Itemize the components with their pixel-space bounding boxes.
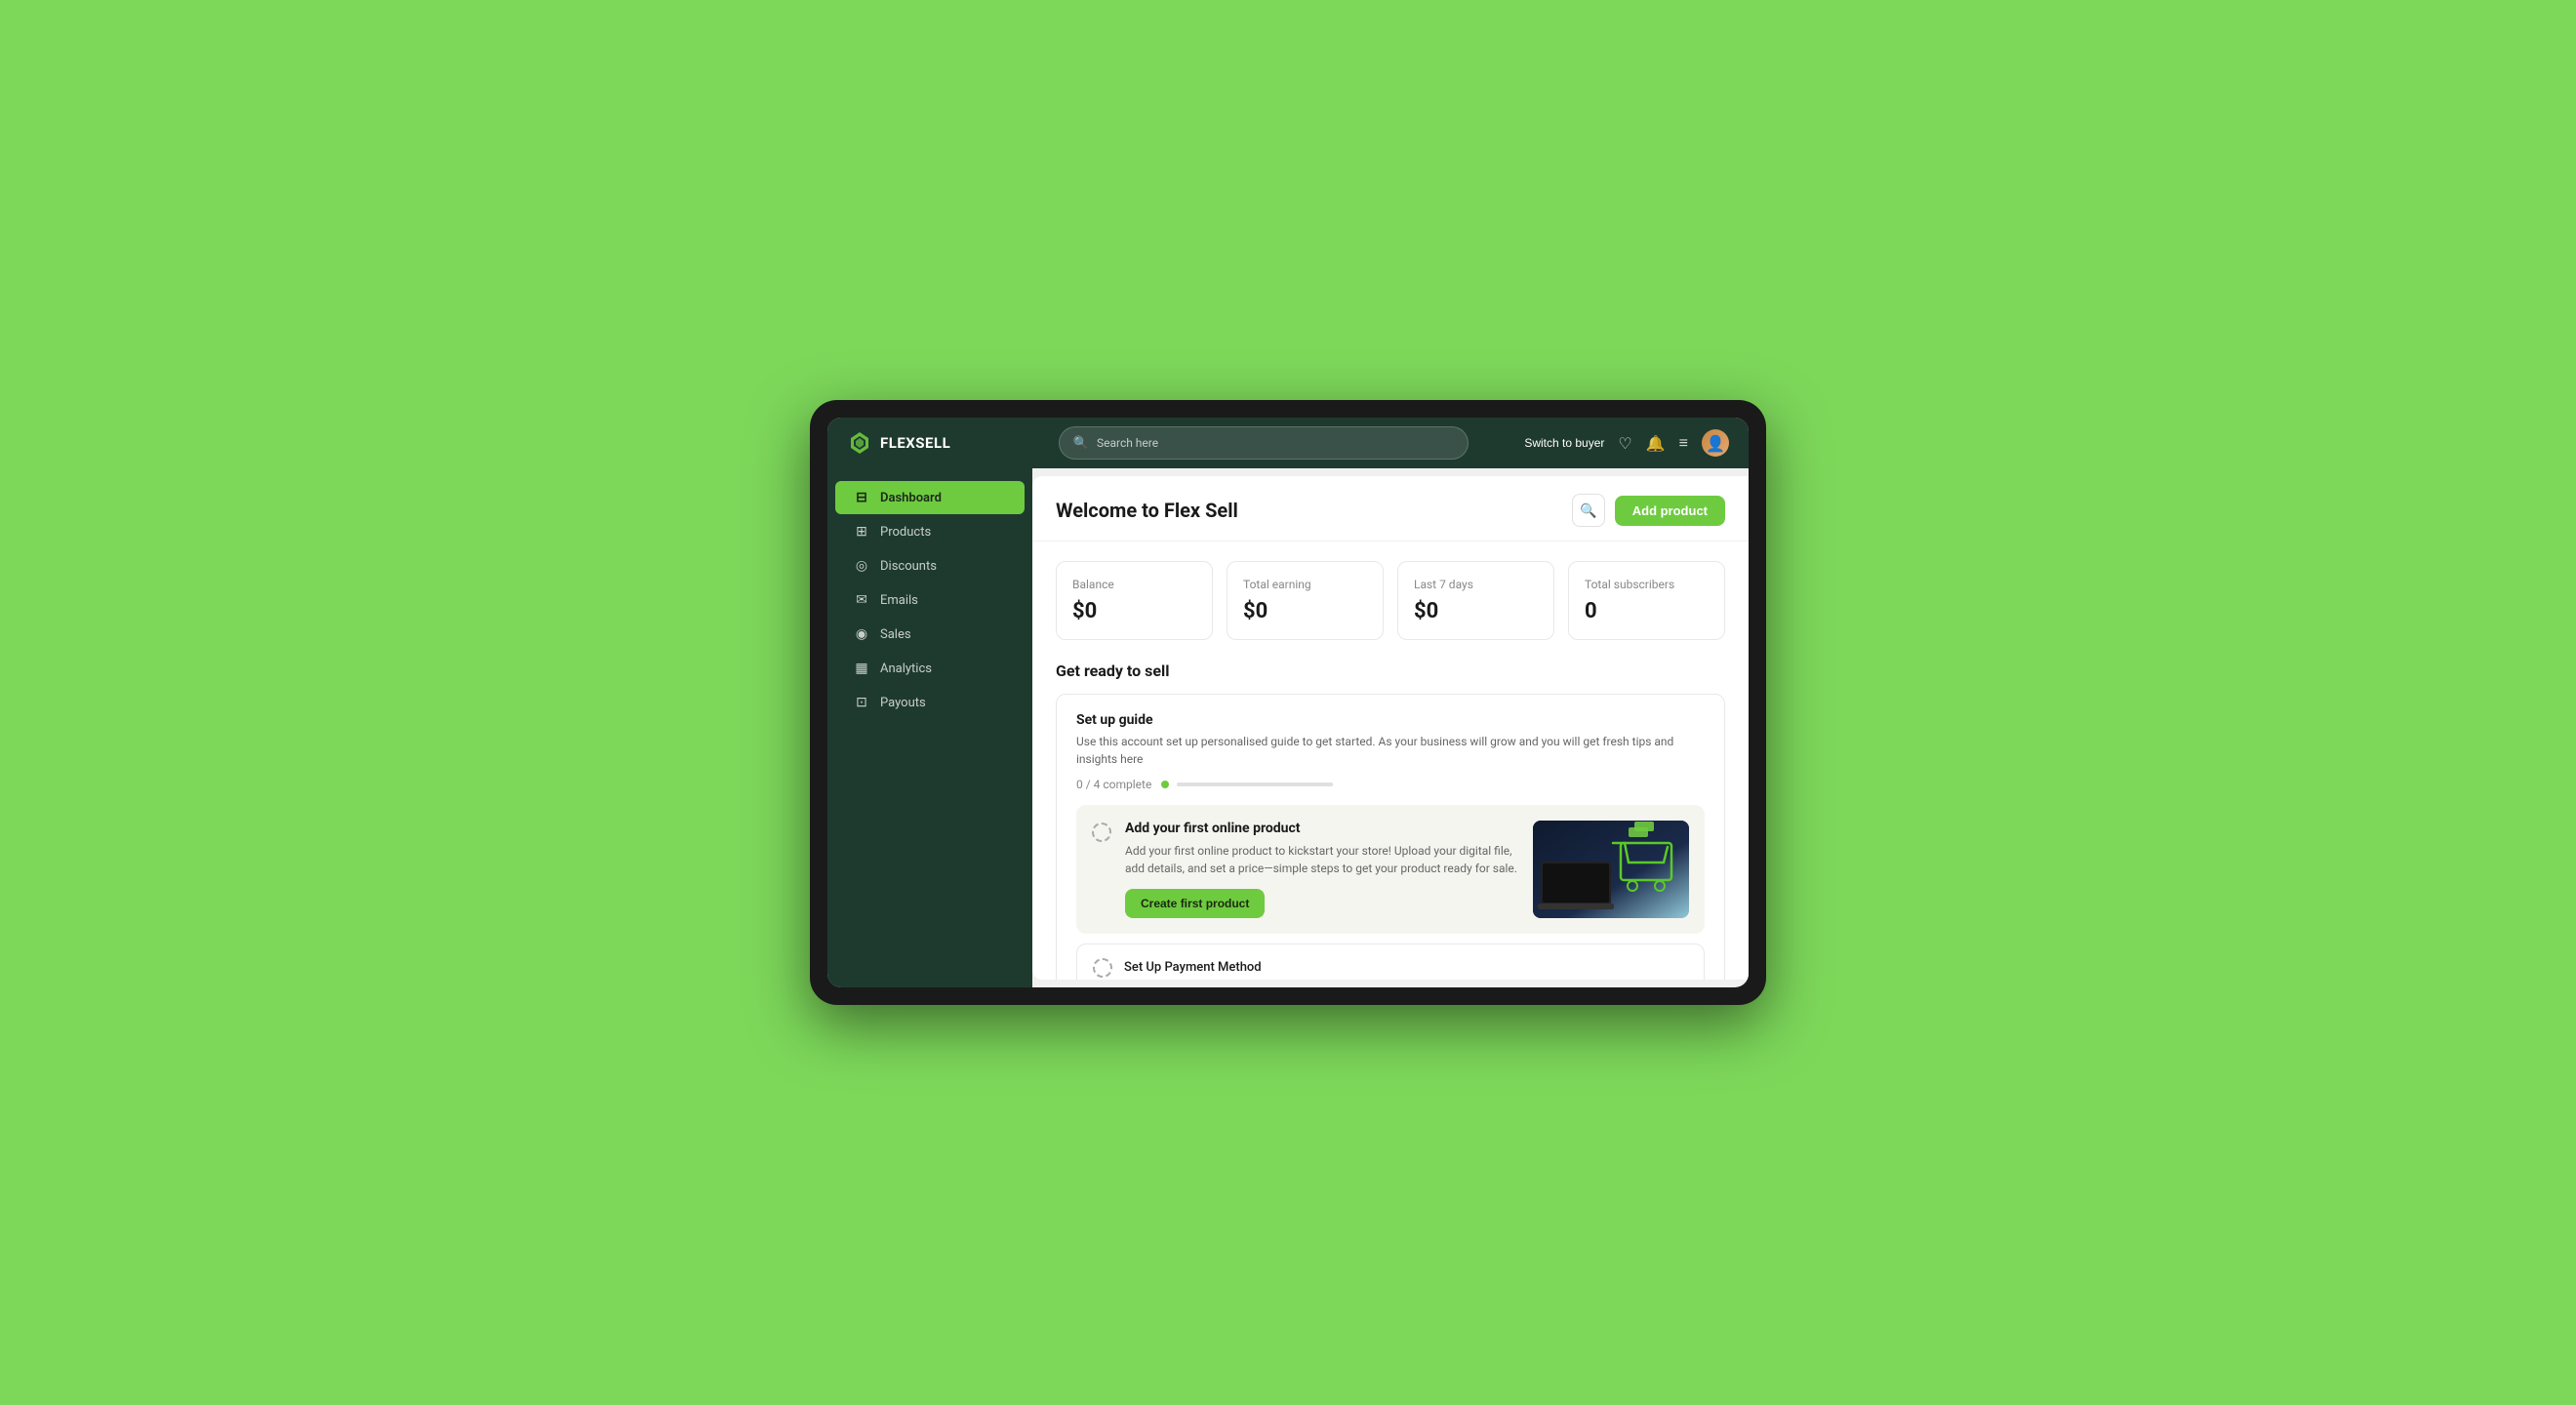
- setup-guide-box: Set up guide Use this account set up per…: [1056, 694, 1725, 980]
- stat-card-last-7-days: Last 7 days $0: [1397, 561, 1554, 640]
- add-product-button[interactable]: Add product: [1615, 496, 1725, 526]
- sidebar-item-payouts[interactable]: ⊡ Payouts: [835, 686, 1025, 719]
- step-desc-first-product: Add your first online product to kicksta…: [1125, 842, 1519, 877]
- payouts-icon: ⊡: [853, 695, 870, 710]
- sidebar-item-label: Products: [880, 525, 931, 540]
- sidebar-item-analytics[interactable]: ▦ Analytics: [835, 652, 1025, 685]
- search-bar[interactable]: 🔍 Search here: [1059, 426, 1469, 460]
- sales-icon: ◉: [853, 626, 870, 642]
- products-icon: ⊞: [853, 524, 870, 540]
- sidebar-item-dashboard[interactable]: ⊟ Dashboard: [835, 481, 1025, 514]
- emails-icon: ✉: [853, 592, 870, 608]
- content-body: Balance $0 Total earning $0 Last 7 days …: [1032, 542, 1749, 980]
- progress-dot: [1161, 781, 1169, 788]
- logo-text: FLEXSELL: [880, 434, 950, 452]
- topbar-right: Switch to buyer ♡ 🔔 ≡ 👤: [1524, 429, 1729, 457]
- sidebar-item-label: Analytics: [880, 662, 932, 676]
- sidebar-item-label: Payouts: [880, 696, 926, 710]
- stat-label-total-earning: Total earning: [1243, 578, 1367, 591]
- section-title: Get ready to sell: [1056, 662, 1725, 680]
- topbar: FLEXSELL 🔍 Search here Switch to buyer ♡…: [827, 418, 1749, 468]
- stat-value-last-7-days: $0: [1414, 599, 1538, 623]
- stat-card-total-earning: Total earning $0: [1227, 561, 1384, 640]
- menu-icon[interactable]: ≡: [1679, 433, 1688, 453]
- step-card-first-product: Add your first online product Add your f…: [1076, 805, 1705, 934]
- stats-grid: Balance $0 Total earning $0 Last 7 days …: [1056, 561, 1725, 640]
- product-illustration: [1533, 821, 1689, 918]
- content-search-button[interactable]: 🔍: [1572, 494, 1605, 527]
- analytics-icon: ▦: [853, 661, 870, 676]
- stat-value-balance: $0: [1072, 599, 1196, 623]
- stat-card-total-subscribers: Total subscribers 0: [1568, 561, 1725, 640]
- page-title: Welcome to Flex Sell: [1056, 499, 1238, 522]
- dashboard-icon: ⊟: [853, 490, 870, 505]
- step-content-first-product: Add your first online product Add your f…: [1125, 821, 1519, 918]
- avatar[interactable]: 👤: [1702, 429, 1729, 457]
- setup-guide-description: Use this account set up personalised gui…: [1076, 733, 1705, 768]
- step-title-payment: Set Up Payment Method: [1124, 960, 1262, 975]
- stat-value-total-subscribers: 0: [1585, 599, 1709, 623]
- sidebar-item-label: Emails: [880, 593, 918, 608]
- progress-row: 0 / 4 complete: [1076, 778, 1705, 791]
- progress-text: 0 / 4 complete: [1076, 778, 1151, 791]
- step-payment-method[interactable]: Set Up Payment Method: [1076, 943, 1705, 980]
- setup-guide-title: Set up guide: [1076, 712, 1705, 728]
- content-search-icon: 🔍: [1580, 502, 1596, 519]
- step-checkbox-first-product: [1092, 823, 1111, 842]
- main-layout: ⊟ Dashboard ⊞ Products ◎ Discounts ✉ Ema…: [827, 468, 1749, 987]
- stat-label-balance: Balance: [1072, 578, 1196, 591]
- search-icon: 🔍: [1073, 436, 1089, 451]
- content-header: Welcome to Flex Sell 🔍 Add product: [1032, 476, 1749, 542]
- step-checkbox-payment: [1093, 958, 1112, 978]
- step-image-first-product: [1533, 821, 1689, 918]
- sidebar-item-discounts[interactable]: ◎ Discounts: [835, 549, 1025, 582]
- search-placeholder: Search here: [1097, 436, 1158, 450]
- heart-icon[interactable]: ♡: [1618, 434, 1631, 453]
- create-first-product-button[interactable]: Create first product: [1125, 889, 1265, 918]
- stat-label-total-subscribers: Total subscribers: [1585, 578, 1709, 591]
- progress-bar: [1177, 783, 1333, 786]
- stat-label-last-7-days: Last 7 days: [1414, 578, 1538, 591]
- sidebar-item-products[interactable]: ⊞ Products: [835, 515, 1025, 548]
- sidebar: ⊟ Dashboard ⊞ Products ◎ Discounts ✉ Ema…: [827, 468, 1032, 987]
- bell-icon[interactable]: 🔔: [1646, 434, 1666, 453]
- device-inner: FLEXSELL 🔍 Search here Switch to buyer ♡…: [827, 418, 1749, 987]
- sidebar-item-sales[interactable]: ◉ Sales: [835, 618, 1025, 651]
- stat-value-total-earning: $0: [1243, 599, 1367, 623]
- sidebar-item-label: Sales: [880, 627, 911, 642]
- header-actions: 🔍 Add product: [1572, 494, 1725, 527]
- switch-buyer-button[interactable]: Switch to buyer: [1524, 436, 1604, 450]
- sidebar-item-emails[interactable]: ✉ Emails: [835, 583, 1025, 617]
- sidebar-item-label: Dashboard: [880, 491, 942, 505]
- sidebar-item-label: Discounts: [880, 559, 937, 574]
- content-area: Welcome to Flex Sell 🔍 Add product Balan…: [1032, 476, 1749, 980]
- stat-card-balance: Balance $0: [1056, 561, 1213, 640]
- device-frame: FLEXSELL 🔍 Search here Switch to buyer ♡…: [810, 400, 1766, 1005]
- step-title-first-product: Add your first online product: [1125, 821, 1519, 836]
- flexsell-logo-icon: [847, 430, 872, 456]
- logo-area: FLEXSELL: [847, 430, 1023, 456]
- discounts-icon: ◎: [853, 558, 870, 574]
